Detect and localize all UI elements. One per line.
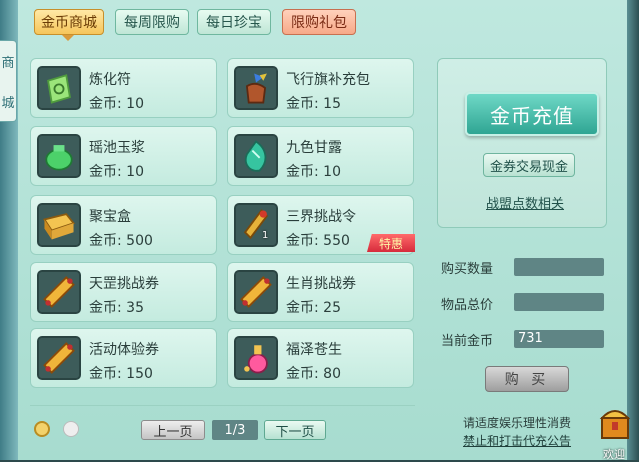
- shop-item[interactable]: 飞行旗补充包 金币: 15: [227, 58, 414, 118]
- shop-item[interactable]: 瑶池玉浆 金币: 10: [30, 126, 217, 186]
- item-quantity: 1: [262, 230, 269, 241]
- item-name: 三界挑战令: [286, 209, 356, 225]
- gold-recharge-button[interactable]: 金币充值: [465, 92, 599, 136]
- anti-proxy-recharge-link[interactable]: 禁止和打击代充公告: [463, 432, 571, 449]
- active-tab-caret: [62, 35, 74, 41]
- scroll-icon: [37, 270, 81, 314]
- shop-item[interactable]: 炼化符 金币: 10: [30, 58, 217, 118]
- talisman-icon: [37, 66, 81, 110]
- shop-item[interactable]: 天罡挑战券 金币: 35: [30, 262, 217, 322]
- item-name: 九色甘露: [286, 140, 342, 156]
- right-decoration: [627, 0, 639, 460]
- item-price: 金币: 80: [286, 366, 341, 382]
- alliance-points-link[interactable]: 战盟点数相关: [486, 193, 564, 212]
- item-name: 活动体验券: [89, 342, 159, 358]
- item-price: 金币: 25: [286, 300, 341, 316]
- item-name: 生肖挑战券: [286, 276, 356, 292]
- magnifier-icon[interactable]: [34, 421, 50, 437]
- shop-item[interactable]: 聚宝盒 金币: 500: [30, 195, 217, 255]
- divider: [30, 405, 415, 406]
- item-name: 炼化符: [89, 72, 131, 88]
- item-name: 瑶池玉浆: [89, 140, 145, 156]
- item-price: 金币: 35: [89, 300, 144, 316]
- flag-pack-icon: [234, 66, 278, 110]
- total-price-label: 物品总价: [441, 298, 494, 313]
- voucher-exchange-button[interactable]: 金券交易现金: [483, 153, 575, 177]
- total-price-field: [514, 293, 604, 311]
- current-gold-label: 当前金币: [441, 334, 494, 349]
- purchase-quantity-field[interactable]: [514, 258, 604, 276]
- shop-item[interactable]: 生肖挑战券 金币: 25: [227, 262, 414, 322]
- tab-gold-shop[interactable]: 金币商城: [34, 9, 104, 35]
- special-offer-badge: 特惠: [367, 234, 415, 252]
- item-name: 天罡挑战券: [89, 276, 159, 292]
- side-tab-char: 商: [1, 55, 15, 71]
- treasure-chest-icon[interactable]: [598, 402, 632, 442]
- scroll-icon: [234, 270, 278, 314]
- item-name: 飞行旗补充包: [286, 72, 370, 88]
- item-price: 金币: 500: [89, 233, 153, 249]
- next-page-button[interactable]: 下一页: [264, 420, 326, 440]
- buy-button[interactable]: 购 买: [485, 366, 569, 392]
- tab-limited-gift[interactable]: 限购礼包: [282, 9, 356, 35]
- item-name: 聚宝盒: [89, 209, 131, 225]
- item-price: 金币: 150: [89, 366, 153, 382]
- side-tab-char: 城: [1, 95, 15, 111]
- challenge-token-icon: [234, 203, 278, 247]
- purchase-quantity-label: 购买数量: [441, 262, 494, 277]
- item-price: 金币: 10: [89, 164, 144, 180]
- moderation-notice: 请适度娱乐理性消费: [463, 416, 572, 430]
- toggle-circle-icon[interactable]: [63, 421, 79, 437]
- page-indicator: 1/3: [212, 420, 258, 440]
- item-price: 金币: 15: [286, 96, 341, 112]
- item-price: 金币: 550: [286, 233, 350, 249]
- tab-weekly-limit[interactable]: 每周限购: [115, 9, 189, 35]
- side-tab-shop[interactable]: 商 城: [0, 40, 17, 122]
- tab-daily-treasure[interactable]: 每日珍宝: [197, 9, 271, 35]
- scroll-icon: [37, 336, 81, 380]
- shop-item[interactable]: 九色甘露 金币: 10: [227, 126, 414, 186]
- item-name: 福泽苍生: [286, 342, 342, 358]
- jade-jar-icon: [37, 134, 81, 178]
- shop-item[interactable]: 1 三界挑战令 金币: 550 特惠: [227, 195, 415, 255]
- shop-item[interactable]: 活动体验券 金币: 150: [30, 328, 217, 388]
- item-price: 金币: 10: [89, 96, 144, 112]
- potion-icon: [234, 336, 278, 380]
- treasure-box-icon: [37, 203, 81, 247]
- current-gold-field: 731: [514, 330, 604, 348]
- dew-gem-icon: [234, 134, 278, 178]
- shop-item[interactable]: 福泽苍生 金币: 80: [227, 328, 414, 388]
- item-price: 金币: 10: [286, 164, 341, 180]
- prev-page-button[interactable]: 上一页: [141, 420, 205, 440]
